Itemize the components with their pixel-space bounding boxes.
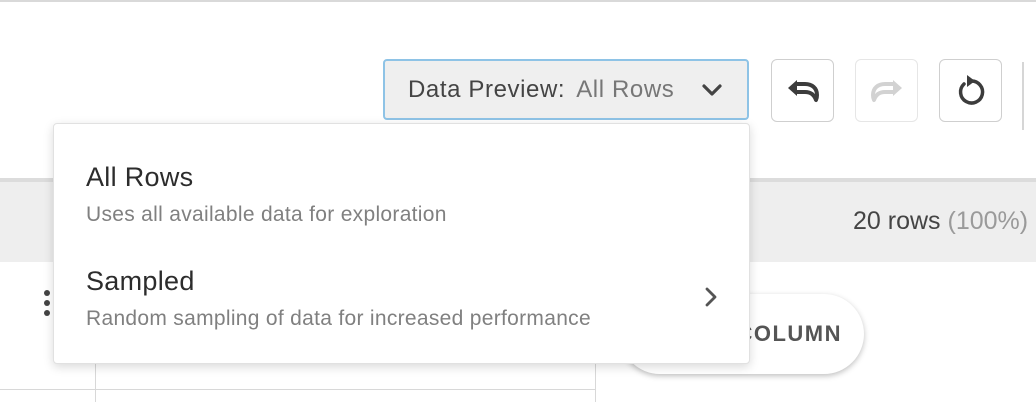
menu-item-title: Sampled [86,266,195,296]
undo-icon [787,79,819,102]
row-count: 20 rows (100%) [853,207,1028,236]
undo-button[interactable] [771,59,834,122]
column-menu-icon[interactable] [44,290,52,320]
redo-icon [870,79,902,102]
data-preview-menu: All Rows Uses all available data for exp… [53,123,750,364]
reset-icon [958,74,984,105]
row-count-percent: (100%) [947,207,1029,235]
toolbar-divider [1022,62,1024,130]
menu-item-title: All Rows [86,162,194,192]
redo-button[interactable] [855,59,918,122]
add-column-label: COLUMN [736,321,842,346]
row-count-value: 20 rows [853,207,941,235]
data-preview-value: All Rows [576,75,675,103]
menu-item-all-rows[interactable]: All Rows Uses all available data for exp… [54,144,749,248]
chevron-down-icon [702,84,722,96]
data-preview-label: Data Preview: [408,75,566,103]
grid-divider [0,389,596,390]
menu-item-description: Uses all available data for exploration [86,203,447,226]
reset-button[interactable] [939,59,1002,122]
menu-item-description: Random sampling of data for increased pe… [86,307,591,330]
data-preview-select[interactable]: Data Preview: All Rows [383,59,749,120]
menu-item-sampled[interactable]: Sampled Random sampling of data for incr… [54,248,749,352]
chevron-right-icon [705,287,717,307]
